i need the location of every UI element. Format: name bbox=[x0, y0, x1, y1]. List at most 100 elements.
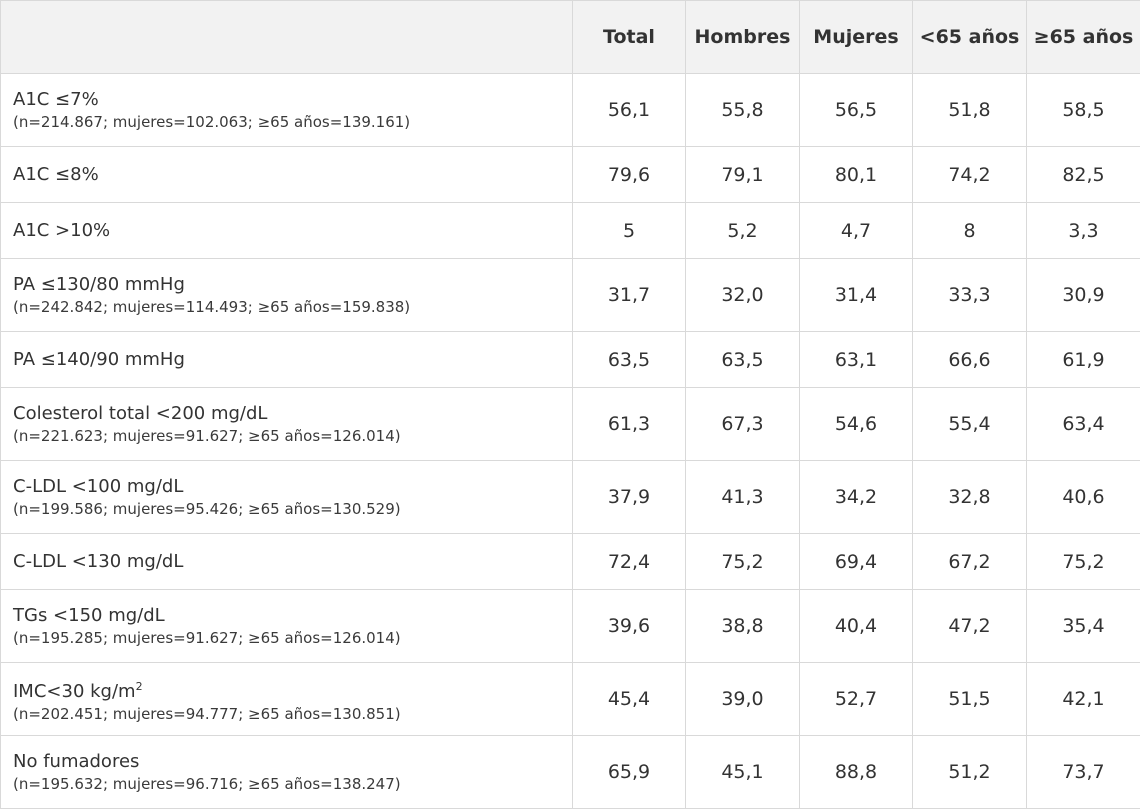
value-cell: 32,0 bbox=[686, 259, 800, 332]
row-label-text: PA ≤130/80 mmHg bbox=[13, 274, 185, 295]
row-label: C-LDL <130 mg/dL bbox=[13, 550, 562, 574]
value-cell: 79,1 bbox=[686, 147, 800, 203]
row-label-text: IMC<30 kg/m bbox=[13, 681, 136, 702]
value-cell: 51,8 bbox=[913, 74, 1027, 147]
row-label: Colesterol total <200 mg/dL bbox=[13, 402, 562, 426]
row-label-cell: C-LDL <130 mg/dL bbox=[1, 534, 573, 590]
value-cell: 8 bbox=[913, 203, 1027, 259]
value-cell: 42,1 bbox=[1027, 663, 1140, 736]
row-label: A1C >10% bbox=[13, 219, 562, 243]
row-label-cell: C-LDL <100 mg/dL(n=199.586; mujeres=95.4… bbox=[1, 461, 573, 534]
table-row: C-LDL <100 mg/dL(n=199.586; mujeres=95.4… bbox=[1, 461, 1140, 534]
value-cell: 63,1 bbox=[800, 332, 913, 388]
row-label-text: PA ≤140/90 mmHg bbox=[13, 349, 185, 370]
header-total: Total bbox=[573, 1, 686, 74]
value-cell: 34,2 bbox=[800, 461, 913, 534]
value-cell: 52,7 bbox=[800, 663, 913, 736]
row-label-text: TGs <150 mg/dL bbox=[13, 605, 165, 626]
value-cell: 55,8 bbox=[686, 74, 800, 147]
value-cell: 30,9 bbox=[1027, 259, 1140, 332]
table-body: A1C ≤7%(n=214.867; mujeres=102.063; ≥65 … bbox=[1, 74, 1140, 809]
row-label-superscript: 2 bbox=[136, 680, 143, 693]
header-label-column bbox=[1, 1, 573, 74]
table-row: Colesterol total <200 mg/dL(n=221.623; m… bbox=[1, 388, 1140, 461]
row-sample-note: (n=221.623; mujeres=91.627; ≥65 años=126… bbox=[13, 426, 562, 446]
row-label-cell: Colesterol total <200 mg/dL(n=221.623; m… bbox=[1, 388, 573, 461]
row-label: A1C ≤8% bbox=[13, 163, 562, 187]
value-cell: 45,4 bbox=[573, 663, 686, 736]
value-cell: 32,8 bbox=[913, 461, 1027, 534]
row-sample-note: (n=199.586; mujeres=95.426; ≥65 años=130… bbox=[13, 499, 562, 519]
row-label-text: A1C ≤7% bbox=[13, 89, 99, 110]
value-cell: 58,5 bbox=[1027, 74, 1140, 147]
table-row: A1C ≤8%79,679,180,174,282,5 bbox=[1, 147, 1140, 203]
value-cell: 51,2 bbox=[913, 736, 1027, 809]
row-label-cell: A1C >10% bbox=[1, 203, 573, 259]
row-label: No fumadores bbox=[13, 750, 562, 774]
value-cell: 56,5 bbox=[800, 74, 913, 147]
value-cell: 61,9 bbox=[1027, 332, 1140, 388]
row-label: PA ≤130/80 mmHg bbox=[13, 273, 562, 297]
value-cell: 75,2 bbox=[686, 534, 800, 590]
row-label-text: No fumadores bbox=[13, 751, 139, 772]
header-under-65: <65 años bbox=[913, 1, 1027, 74]
row-sample-note: (n=242.842; mujeres=114.493; ≥65 años=15… bbox=[13, 297, 562, 317]
header-65-plus: ≥65 años bbox=[1027, 1, 1140, 74]
row-label-cell: TGs <150 mg/dL(n=195.285; mujeres=91.627… bbox=[1, 590, 573, 663]
row-sample-note: (n=214.867; mujeres=102.063; ≥65 años=13… bbox=[13, 112, 562, 132]
table-row: A1C >10% 55,24,783,3 bbox=[1, 203, 1140, 259]
value-cell: 5 bbox=[573, 203, 686, 259]
value-cell: 55,4 bbox=[913, 388, 1027, 461]
row-label-cell: PA ≤130/80 mmHg(n=242.842; mujeres=114.4… bbox=[1, 259, 573, 332]
value-cell: 88,8 bbox=[800, 736, 913, 809]
header-hombres: Hombres bbox=[686, 1, 800, 74]
value-cell: 31,7 bbox=[573, 259, 686, 332]
value-cell: 5,2 bbox=[686, 203, 800, 259]
value-cell: 33,3 bbox=[913, 259, 1027, 332]
row-label-cell: IMC<30 kg/m2(n=202.451; mujeres=94.777; … bbox=[1, 663, 573, 736]
value-cell: 63,5 bbox=[573, 332, 686, 388]
value-cell: 80,1 bbox=[800, 147, 913, 203]
row-label-cell: PA ≤140/90 mmHg bbox=[1, 332, 573, 388]
value-cell: 79,6 bbox=[573, 147, 686, 203]
value-cell: 37,9 bbox=[573, 461, 686, 534]
results-table: Total Hombres Mujeres <65 años ≥65 años … bbox=[0, 0, 1140, 809]
value-cell: 4,7 bbox=[800, 203, 913, 259]
row-label: C-LDL <100 mg/dL bbox=[13, 475, 562, 499]
row-label: A1C ≤7% bbox=[13, 88, 562, 112]
row-label-text: A1C ≤8% bbox=[13, 164, 99, 185]
value-cell: 45,1 bbox=[686, 736, 800, 809]
row-label-text: Colesterol total <200 mg/dL bbox=[13, 403, 267, 424]
value-cell: 67,3 bbox=[686, 388, 800, 461]
row-label-cell: A1C ≤7%(n=214.867; mujeres=102.063; ≥65 … bbox=[1, 74, 573, 147]
table-row: No fumadores(n=195.632; mujeres=96.716; … bbox=[1, 736, 1140, 809]
value-cell: 69,4 bbox=[800, 534, 913, 590]
value-cell: 3,3 bbox=[1027, 203, 1140, 259]
value-cell: 40,6 bbox=[1027, 461, 1140, 534]
value-cell: 47,2 bbox=[913, 590, 1027, 663]
row-label: PA ≤140/90 mmHg bbox=[13, 348, 562, 372]
value-cell: 38,8 bbox=[686, 590, 800, 663]
row-label-cell: A1C ≤8% bbox=[1, 147, 573, 203]
value-cell: 72,4 bbox=[573, 534, 686, 590]
value-cell: 39,6 bbox=[573, 590, 686, 663]
value-cell: 39,0 bbox=[686, 663, 800, 736]
row-label-text: C-LDL <130 mg/dL bbox=[13, 551, 183, 572]
value-cell: 31,4 bbox=[800, 259, 913, 332]
table-header-row: Total Hombres Mujeres <65 años ≥65 años bbox=[1, 1, 1140, 74]
row-label-cell: No fumadores(n=195.632; mujeres=96.716; … bbox=[1, 736, 573, 809]
value-cell: 73,7 bbox=[1027, 736, 1140, 809]
table-row: PA ≤130/80 mmHg(n=242.842; mujeres=114.4… bbox=[1, 259, 1140, 332]
table-row: C-LDL <130 mg/dL72,475,269,467,275,2 bbox=[1, 534, 1140, 590]
row-sample-note: (n=202.451; mujeres=94.777; ≥65 años=130… bbox=[13, 704, 562, 724]
row-label: IMC<30 kg/m2 bbox=[13, 675, 562, 704]
table-row: A1C ≤7%(n=214.867; mujeres=102.063; ≥65 … bbox=[1, 74, 1140, 147]
row-sample-note: (n=195.285; mujeres=91.627; ≥65 años=126… bbox=[13, 628, 562, 648]
value-cell: 82,5 bbox=[1027, 147, 1140, 203]
value-cell: 54,6 bbox=[800, 388, 913, 461]
table-row: IMC<30 kg/m2(n=202.451; mujeres=94.777; … bbox=[1, 663, 1140, 736]
value-cell: 61,3 bbox=[573, 388, 686, 461]
value-cell: 41,3 bbox=[686, 461, 800, 534]
value-cell: 67,2 bbox=[913, 534, 1027, 590]
value-cell: 51,5 bbox=[913, 663, 1027, 736]
